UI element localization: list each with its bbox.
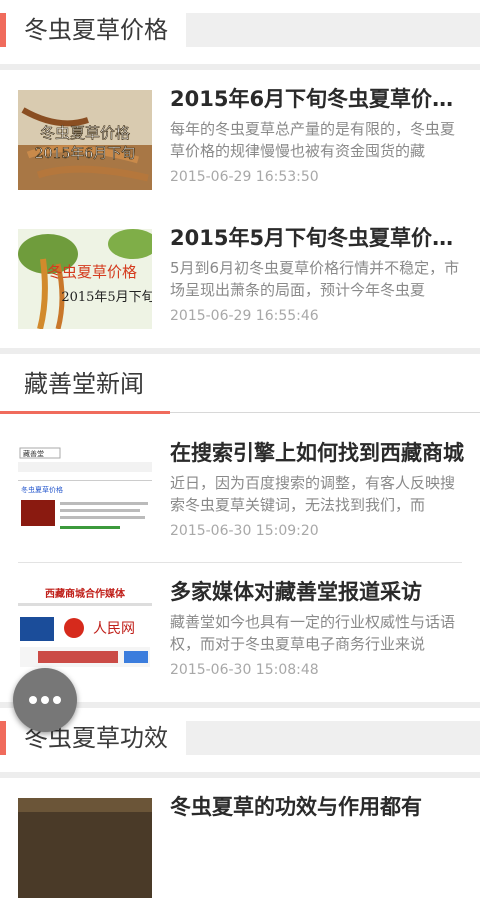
thumb-caption-2: 冬虫夏草价格 [21, 485, 63, 494]
section-underline [0, 411, 170, 414]
article-thumbnail: 藏善堂 冬虫夏草价格 [18, 444, 152, 544]
thumb-caption-2: 2015年6月下旬 [35, 146, 136, 162]
article-date: 2015-06-30 15:08:48 [170, 662, 319, 678]
article-thumbnail: 冬虫夏草价格 2015年5月下旬 [18, 229, 152, 329]
section-rule [170, 412, 480, 413]
article-card[interactable]: 冬虫夏草价格 2015年6月下旬 2015年6月下旬冬虫夏草价格行情 每年的冬虫… [0, 70, 480, 209]
article-title: 冬虫夏草的功效与作用都有 [170, 795, 422, 819]
thumb-caption-2: 人民网 [93, 621, 135, 637]
section-title: 藏善堂新闻 [24, 370, 144, 398]
article-summary: 每年的冬虫夏草总产量的是有限的，冬虫夏草价格的规律慢慢也被有资金囤货的藏 [170, 120, 456, 160]
section-accent-bar [0, 13, 6, 47]
article-date: 2015-06-30 15:09:20 [170, 523, 319, 539]
thumb-caption-2: 2015年5月下旬 [61, 290, 152, 305]
article-summary: 近日，因为百度搜索的调整，有客人反映搜索冬虫夏草关键词，无法找到我们，而 [170, 474, 456, 514]
section-header-bar [186, 13, 480, 47]
article-title: 2015年6月下旬冬虫夏草价格行情 [170, 87, 465, 111]
article-title: 在搜索引擎上如何找到西藏商城 [170, 441, 464, 465]
thumb-caption-1: 藏善堂 [23, 449, 44, 458]
section-header-price: 冬虫夏草价格 [0, 0, 480, 64]
article-thumbnail [18, 798, 152, 898]
article-card[interactable]: 西藏商城合作媒体 人民网 多家媒体对藏善堂报道采访 藏善堂如今也具有一定的行业权… [0, 563, 480, 702]
article-card[interactable]: 冬虫夏草的功效与作用都有 [0, 778, 480, 917]
article-summary: 藏善堂如今也具有一定的行业权威性与话语权，而对于冬虫夏草电子商务行业来说 [170, 613, 456, 653]
more-button[interactable] [13, 668, 77, 732]
article-thumbnail: 冬虫夏草价格 2015年6月下旬 [18, 90, 152, 190]
thumb-caption-1: 西藏商城合作媒体 [45, 587, 126, 600]
article-card[interactable]: 藏善堂 冬虫夏草价格 在搜索引擎上如何找到西藏商城 近日，因为百度搜索的调整，有… [0, 424, 480, 563]
article-card[interactable]: 冬虫夏草价格 2015年5月下旬 2015年5月下旬冬虫夏草价格行情 5月到6月… [0, 209, 480, 348]
article-date: 2015-06-29 16:55:46 [170, 308, 319, 324]
thumb-caption-1: 冬虫夏草价格 [40, 124, 130, 142]
section-title: 冬虫夏草价格 [24, 16, 168, 44]
content-list: 冬虫夏草价格 冬虫夏草价格 2015年6月下旬 2015年6月下旬冬虫夏草价格行… [0, 0, 480, 917]
section-accent-bar [0, 721, 6, 755]
section-header-efficacy: 冬虫夏草功效 [0, 708, 480, 772]
section-header-bar [186, 721, 480, 755]
article-title: 多家媒体对藏善堂报道采访 [170, 580, 422, 604]
section-header-news: 藏善堂新闻 [0, 354, 480, 418]
article-date: 2015-06-29 16:53:50 [170, 169, 319, 185]
thumb-caption-1: 冬虫夏草价格 [47, 263, 137, 281]
article-summary: 5月到6月初冬虫夏草价格行情并不稳定，市场呈现出萧条的局面，预计今年冬虫夏 [170, 259, 460, 299]
article-title: 2015年5月下旬冬虫夏草价格行情 [170, 226, 465, 250]
